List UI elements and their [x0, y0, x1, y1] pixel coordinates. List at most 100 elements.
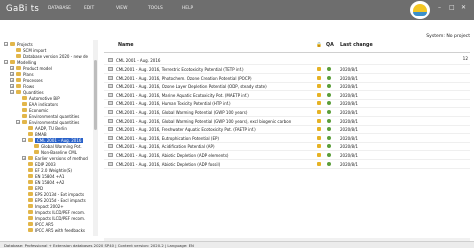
expand-toggle-icon[interactable]: + [10, 78, 14, 82]
group-label: CML 2001 - Aug. 2016 [116, 58, 161, 63]
table-row[interactable]: CML2001 - Aug. 2016, Terrestric Ecotoxic… [104, 66, 470, 74]
row-last-change: 2020/8/1 [340, 67, 358, 72]
tree-item-label: EPS 2013d - Ext impacts [35, 192, 85, 197]
folder-icon [28, 204, 33, 208]
collapse-toggle-icon[interactable]: − [22, 138, 26, 142]
table-row[interactable]: CML2001 - Aug. 2016, Global Warming Pote… [104, 109, 470, 117]
menu-help[interactable]: HELP [182, 6, 193, 11]
menu-bar: GaBi ts DATABASE EDIT VIEW TOOLS HELP – … [0, 0, 474, 20]
row-last-change: 2020/8/1 [340, 118, 358, 124]
folder-icon [28, 138, 33, 142]
lock-icon [317, 75, 321, 80]
folder-icon [16, 90, 21, 94]
expand-toggle-icon[interactable]: + [10, 72, 14, 76]
tree-item-label: Environmental quantities [29, 120, 80, 125]
row-name: CML2001 - Aug. 2016, Marine Aquatic Ecot… [116, 92, 249, 98]
table-row[interactable]: CML2001 - Aug. 2016, Marine Aquatic Ecot… [104, 92, 470, 100]
collapse-toggle-icon[interactable]: − [4, 42, 8, 46]
folder-icon [28, 126, 33, 130]
tree-item-label: CML 2001 - Aug. 2016 [35, 138, 84, 143]
folder-icon [28, 156, 33, 160]
folder-icon [16, 84, 21, 88]
column-lock[interactable]: 🔒 [316, 43, 322, 48]
row-last-change: 2020/8/1 [340, 84, 358, 90]
tree-scroll-thumb[interactable] [94, 60, 97, 130]
table-row[interactable]: CML2001 - Aug. 2016, Abiotic Depletion (… [104, 161, 470, 169]
menu-edit[interactable]: EDIT [84, 6, 94, 11]
tree-item-label: EN 15804 +A2 [35, 180, 65, 185]
minimize-button[interactable]: – [438, 4, 441, 11]
qa-status-icon [327, 110, 331, 114]
menu-tools[interactable]: TOOLS [148, 6, 163, 11]
lock-icon [317, 110, 321, 114]
quantity-icon [108, 67, 113, 71]
column-name[interactable]: Name [118, 43, 134, 48]
qa-status-icon [327, 153, 331, 157]
tree-item-label: EF 2.0 Weightin(S) [35, 168, 72, 173]
tree-item-label: Impacts ILCD/PEF recom. [35, 210, 86, 215]
qa-status-icon [327, 161, 331, 166]
quantity-icon [108, 127, 113, 132]
table-row[interactable]: CML2001 - Aug. 2016, Human Toxicity Pote… [104, 100, 470, 109]
quantity-icon [108, 101, 113, 106]
table-row[interactable]: CML2001 - Aug. 2016, Ozone Layer Depleti… [104, 83, 470, 92]
folder-icon [108, 58, 113, 62]
collapse-toggle-icon[interactable]: − [10, 90, 14, 94]
row-name: CML2001 - Aug. 2016, Terrestric Ecotoxic… [116, 67, 244, 72]
tree-scrollbar[interactable] [93, 40, 98, 236]
group-row[interactable]: CML 2001 - Aug. 2016 [104, 57, 470, 65]
tree-item-label: BMAB [35, 132, 47, 137]
collapse-toggle-icon[interactable]: − [16, 120, 20, 124]
app-logo: GaBi ts [6, 4, 40, 14]
menu-database[interactable]: DATABASE [48, 6, 71, 11]
row-name: CML2001 - Aug. 2016, Human Toxicity Pote… [116, 101, 231, 107]
qa-status-icon [327, 75, 331, 80]
table-row[interactable]: CML2001 - Aug. 2016, Global Warming Pote… [104, 118, 470, 126]
quantity-icon [108, 110, 113, 114]
column-last-change[interactable]: Last change [340, 43, 373, 48]
folder-icon [28, 174, 33, 178]
folder-icon [28, 180, 33, 184]
row-last-change: 2020/8/1 [340, 144, 358, 150]
row-name: CML2001 - Aug. 2016, Acidification Poten… [116, 144, 215, 150]
folder-icon [10, 60, 15, 64]
row-name: CML2001 - Aug. 2016, Eutrophication Pote… [116, 135, 219, 141]
expand-toggle-icon[interactable]: + [10, 66, 14, 70]
maximize-button[interactable]: □ [449, 4, 455, 11]
row-name: CML2001 - Aug. 2016, Global Warming Pote… [116, 118, 292, 124]
quantity-icon [108, 92, 113, 97]
menu-view[interactable]: VIEW [116, 6, 127, 11]
quantity-icon [108, 153, 113, 157]
quantity-icon [108, 135, 113, 140]
folder-icon [22, 102, 27, 106]
tree-item-label: Global Warming Pot. [41, 144, 82, 149]
row-name: CML2001 - Aug. 2016, Freshwater Aquatic … [116, 127, 256, 133]
table-row[interactable]: CML2001 - Aug. 2016, Abiotic Depletion (… [104, 152, 470, 160]
close-button[interactable]: ✕ [461, 4, 466, 11]
qa-status-icon [327, 84, 331, 89]
tree-item-label: EAA indicators [29, 102, 59, 107]
collapse-toggle-icon[interactable]: − [4, 60, 8, 64]
brand-badge-icon [410, 1, 430, 19]
qa-status-icon [327, 118, 331, 123]
folder-icon [16, 66, 21, 70]
tree-item-label: Quantities [23, 90, 44, 95]
qa-status-icon [327, 135, 331, 140]
expand-toggle-icon[interactable]: + [10, 84, 14, 88]
folder-icon [28, 192, 33, 196]
tree-item-label: Plans [23, 72, 34, 77]
expand-toggle-icon[interactable]: + [22, 156, 26, 160]
row-last-change: 2020/8/1 [340, 101, 358, 107]
table-row[interactable]: CML2001 - Aug. 2016, Freshwater Aquatic … [104, 126, 470, 135]
folder-icon [28, 186, 33, 190]
lock-icon [317, 101, 321, 106]
table-row[interactable]: CML2001 - Aug. 2016, Eutrophication Pote… [104, 135, 470, 143]
navigation-tree[interactable]: − Projects SCM import Database version 2020… [4, 40, 98, 236]
column-qa[interactable]: QA [326, 43, 334, 48]
folder-icon [28, 198, 33, 202]
row-name: CML2001 - Aug. 2016, Abiotic Depletion (… [116, 161, 221, 167]
table-row[interactable]: CML2001 - Aug. 2016, Photochem. Ozone Cr… [104, 75, 470, 83]
quantity-icon [108, 144, 113, 149]
tree-item-label: Impact 2002+ [35, 204, 64, 209]
table-row[interactable]: CML2001 - Aug. 2016, Acidification Poten… [104, 143, 470, 152]
